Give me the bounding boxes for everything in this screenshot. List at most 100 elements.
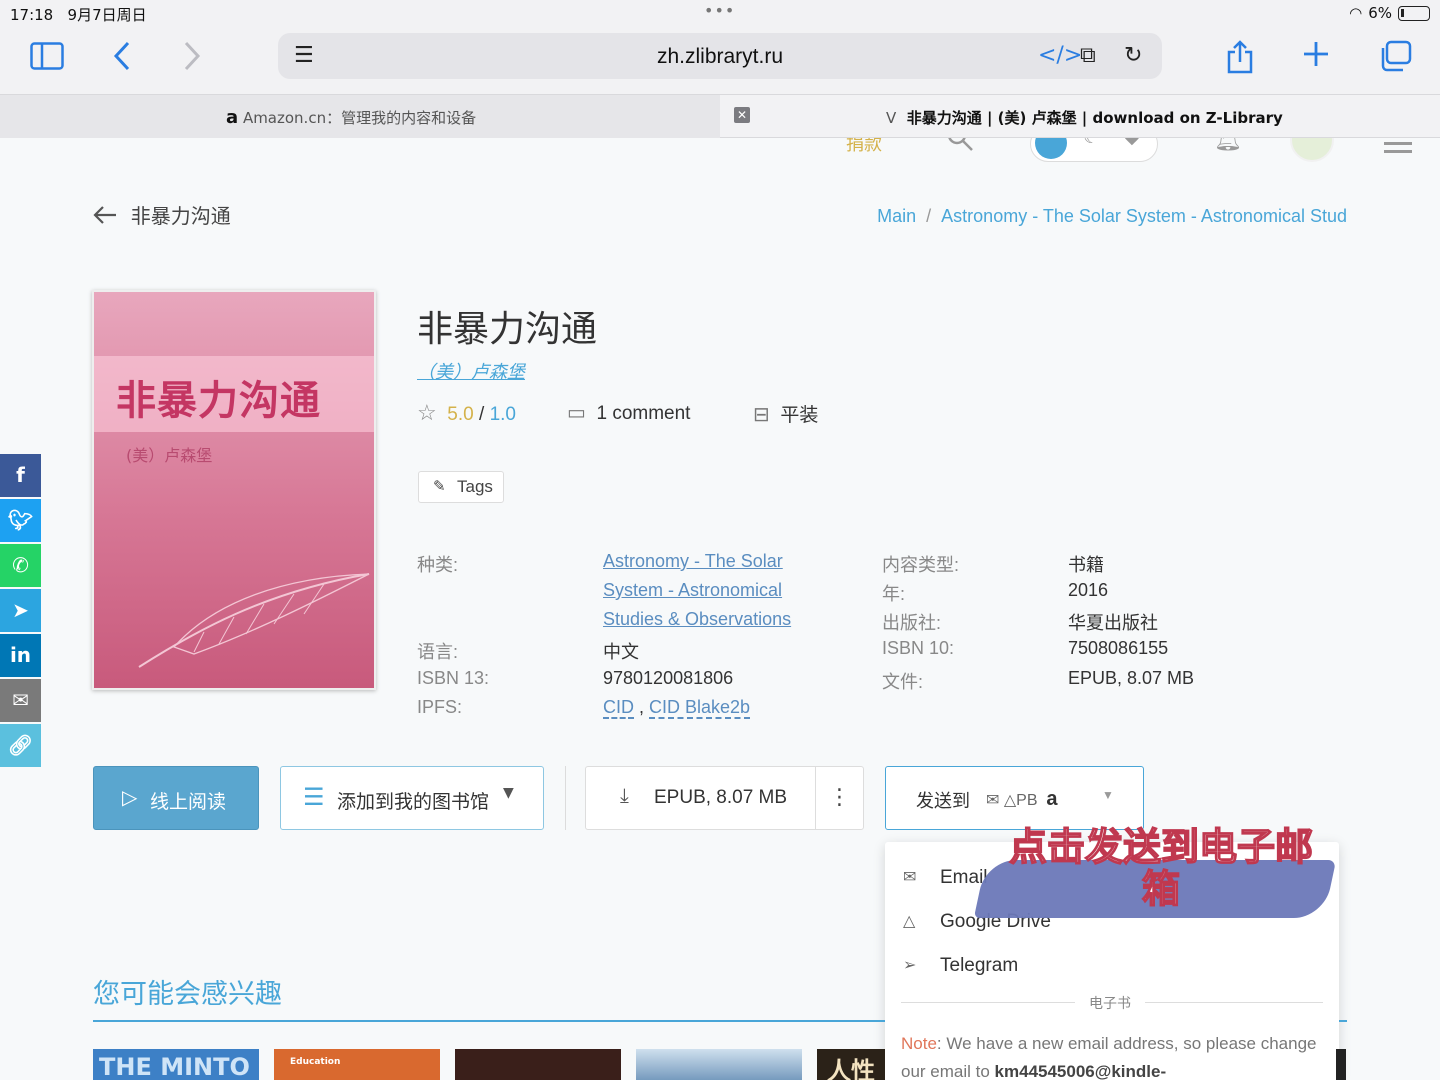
battery-percent: 6% bbox=[1368, 4, 1392, 22]
email-note: Note: We have a new email address, so pl… bbox=[901, 1030, 1327, 1080]
play-icon: ▷ bbox=[122, 785, 138, 809]
donate-link[interactable]: 捐款 bbox=[846, 138, 882, 156]
vertical-dots-icon: ⋮ bbox=[828, 785, 851, 810]
ipfs-blake-link[interactable]: CID Blake2b bbox=[649, 697, 751, 719]
avatar[interactable] bbox=[1290, 138, 1334, 162]
arrow-left-icon[interactable] bbox=[92, 204, 124, 228]
read-online-label: 线上阅读 bbox=[150, 791, 227, 813]
publisher-label: 出版社: bbox=[882, 613, 942, 633]
address-bar[interactable]: ☰ zh.zlibraryt.ru </> ⧉ ↻ bbox=[278, 33, 1162, 79]
moon-icon[interactable]: ☾ bbox=[1083, 138, 1099, 148]
isbn13-label: ISBN 13: bbox=[417, 668, 490, 688]
close-tab-icon[interactable]: ✕ bbox=[734, 107, 750, 123]
add-library-label: 添加到我的图书馆 bbox=[337, 791, 490, 813]
caret-down-icon[interactable]: ▼ bbox=[503, 785, 514, 801]
paint-icon[interactable]: ◆ bbox=[1125, 138, 1139, 148]
star-icon[interactable]: ☆ bbox=[417, 400, 437, 425]
url-text[interactable]: zh.zlibraryt.ru bbox=[278, 45, 1162, 69]
drive-icon: △ bbox=[1003, 792, 1017, 809]
link-icon[interactable]: 🔗︎ bbox=[0, 724, 41, 767]
year-value: 2016 bbox=[1068, 580, 1109, 600]
reload-icon[interactable]: ↻ bbox=[1124, 43, 1142, 68]
recommended-book[interactable]: 人性的 bbox=[817, 1049, 885, 1080]
book-thumb-title: THE MINTO bbox=[99, 1053, 250, 1080]
ipfs-cid-link[interactable]: CID bbox=[603, 697, 634, 719]
category-link-line2[interactable]: System - Astronomical bbox=[603, 580, 782, 601]
tags-button[interactable]: ✎ Tags bbox=[418, 471, 504, 503]
telegram-icon[interactable]: ➤ bbox=[0, 589, 41, 632]
menu-icon[interactable] bbox=[1384, 142, 1412, 145]
book-author-link[interactable]: （美）卢森堡 bbox=[417, 358, 525, 384]
back-title[interactable]: 非暴力沟通 bbox=[131, 204, 231, 228]
rating[interactable]: ☆ 5.0 / 1.0 bbox=[417, 400, 516, 426]
share-icon[interactable] bbox=[1226, 40, 1254, 80]
multitask-dots-icon[interactable]: ••• bbox=[704, 1, 735, 20]
language-label: 语言: bbox=[417, 642, 459, 662]
isbn13-value: 9780120081806 bbox=[603, 668, 734, 688]
cover-author: (美）卢森堡 bbox=[126, 446, 213, 465]
recommended-book[interactable]: THE MINTO bbox=[93, 1049, 259, 1080]
note-email: km44545006@kindle- bbox=[994, 1062, 1167, 1080]
download-button[interactable]: ⤓ EPUB, 8.07 MB bbox=[585, 766, 816, 830]
recommended-book[interactable] bbox=[455, 1049, 621, 1080]
theme-toggle[interactable]: ☾ ◆ bbox=[1030, 138, 1158, 162]
book-cover[interactable]: 非暴力沟通 (美）卢森堡 bbox=[92, 290, 376, 690]
isbn10-label: ISBN 10: bbox=[882, 638, 955, 658]
whatsapp-icon[interactable]: ✆ bbox=[0, 544, 41, 587]
feather-icon bbox=[138, 573, 370, 668]
file-value: EPUB, 8.07 MB bbox=[1068, 668, 1195, 688]
rating-separator: / bbox=[473, 404, 490, 425]
more-options-button[interactable]: ⋮ bbox=[815, 766, 864, 830]
code-icon[interactable]: </> bbox=[1038, 43, 1082, 68]
sidebar-toggle-icon[interactable] bbox=[30, 42, 64, 76]
comments-link[interactable]: ▭ 1 comment bbox=[567, 400, 690, 425]
category-label: 种类: bbox=[417, 555, 459, 575]
status-bar: 17:18 9月7日周日 ••• ◠ 6% bbox=[0, 0, 1440, 28]
tab-amazon[interactable]: a Amazon.cn：管理我的内容和设备 bbox=[0, 95, 720, 138]
extension-icon[interactable]: ⧉ bbox=[1080, 43, 1096, 68]
email-icon[interactable]: ✉ bbox=[0, 679, 41, 722]
send-targets: ✉ △PB a bbox=[986, 788, 1058, 811]
annotation-text: 点击发送到电子邮箱 bbox=[1008, 825, 1314, 911]
recommended-book[interactable] bbox=[636, 1049, 802, 1080]
file-label: 文件: bbox=[882, 672, 924, 692]
ipfs-label: IPFS: bbox=[417, 697, 463, 717]
new-tab-icon[interactable] bbox=[1302, 40, 1330, 74]
facebook-icon[interactable]: f bbox=[0, 454, 41, 497]
menu-item-telegram[interactable]: ➢ Telegram bbox=[885, 946, 1339, 986]
book-title: 非暴力沟通 bbox=[417, 309, 598, 350]
back-row[interactable]: 非暴力沟通 bbox=[92, 200, 231, 229]
linkedin-icon[interactable]: in bbox=[0, 634, 41, 677]
tabs-overview-icon[interactable] bbox=[1378, 40, 1412, 78]
breadcrumb: Main / Astronomy - The Solar System - Astr… bbox=[877, 206, 1347, 226]
category-link-line1[interactable]: Astronomy - The Solar bbox=[603, 551, 783, 572]
recommended-book[interactable] bbox=[1336, 1049, 1346, 1080]
amazon-icon: a bbox=[1046, 788, 1058, 810]
note-prefix: Note bbox=[901, 1034, 937, 1053]
recommended-book[interactable]: Education bbox=[274, 1049, 440, 1080]
send-to-button[interactable]: 发送到 ✉ △PB a ▼ bbox=[885, 766, 1144, 830]
read-online-button[interactable]: ▷ 线上阅读 bbox=[93, 766, 259, 830]
caret-down-icon[interactable]: ▼ bbox=[1102, 788, 1114, 802]
breadcrumb-category[interactable]: Astronomy - The Solar System - Astronomi… bbox=[941, 206, 1347, 226]
mail-icon: ✉ bbox=[986, 792, 1000, 809]
search-icon[interactable] bbox=[946, 138, 974, 156]
back-icon[interactable] bbox=[112, 40, 132, 78]
breadcrumb-main[interactable]: Main bbox=[877, 206, 916, 226]
pb-label: PB bbox=[1016, 792, 1038, 809]
zlibrary-favicon-icon: V bbox=[886, 109, 897, 127]
sun-icon[interactable] bbox=[1035, 138, 1067, 159]
add-to-library-button[interactable]: ☰ 添加到我的图书馆 ▼ bbox=[280, 766, 544, 830]
twitter-icon[interactable]: 🐦︎ bbox=[0, 499, 41, 542]
category-link-line3[interactable]: Studies & Observations bbox=[603, 609, 791, 630]
recommendations-title: 您可能会感兴趣 bbox=[93, 979, 282, 1010]
amazon-logo-icon: a bbox=[226, 107, 239, 128]
bell-icon[interactable]: 🔔︎ bbox=[1214, 138, 1242, 153]
drive-icon: △ bbox=[903, 913, 916, 930]
tab-bar: a Amazon.cn：管理我的内容和设备 ✕ V 非暴力沟通 | (美) 卢森… bbox=[0, 94, 1440, 138]
ipfs-separator: , bbox=[634, 697, 650, 717]
ipfs-links: CID , CID Blake2b bbox=[603, 697, 751, 719]
forward-icon[interactable] bbox=[182, 40, 202, 78]
tab-zlibrary[interactable]: ✕ V 非暴力沟通 | (美) 卢森堡 | download on Z-Libr… bbox=[720, 95, 1440, 138]
cover-title: 非暴力沟通 bbox=[116, 378, 321, 424]
